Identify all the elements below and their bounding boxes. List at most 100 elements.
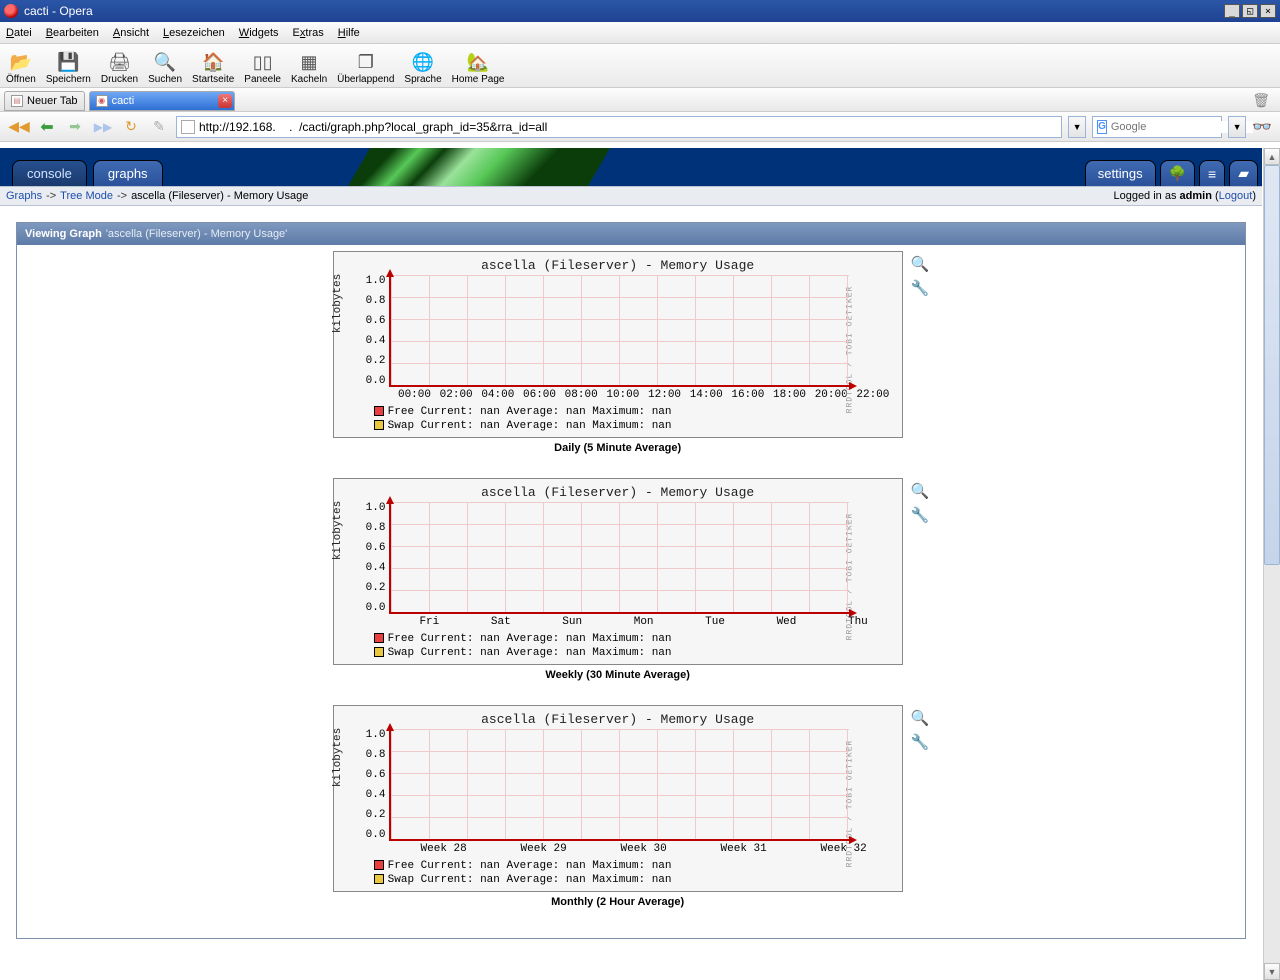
menu-widgets[interactable]: Widgets — [239, 27, 279, 39]
tab-settings[interactable]: settings — [1085, 160, 1156, 186]
menu-bearbeiten[interactable]: Bearbeiten — [46, 27, 99, 39]
login-status: Logged in as admin (Logout) — [1113, 190, 1256, 202]
restore-button[interactable]: ◱ — [1242, 4, 1258, 18]
toolbar-öffnen[interactable]: 📂Öffnen — [6, 50, 36, 87]
zoom-icon[interactable]: 🔍 — [911, 482, 930, 500]
legend-swatch — [374, 406, 384, 416]
scroll-thumb[interactable] — [1264, 165, 1280, 565]
wand-button[interactable]: ✎ — [148, 116, 170, 138]
breadcrumb: Graphs -> Tree Mode -> ascella (Fileserv… — [0, 186, 1262, 206]
tab-preview-icon[interactable]: ▰ — [1229, 160, 1258, 186]
trash-icon[interactable]: 🗑 — [1252, 92, 1270, 109]
legend-swatch — [374, 860, 384, 870]
tile-icon: ❐ — [354, 50, 378, 74]
plot-area — [389, 275, 849, 387]
logout-link[interactable]: Logout — [1219, 190, 1253, 202]
legend-swatch — [374, 633, 384, 643]
graph-title: ascella (Fileserver) - Memory Usage — [342, 256, 894, 275]
graph-tools: 🔍🔧 — [911, 255, 930, 297]
back-button[interactable]: ⬅ — [36, 116, 58, 138]
logo-stripe — [348, 148, 610, 186]
graph-title: ascella (Fileserver) - Memory Usage — [342, 483, 894, 502]
menu-datei[interactable]: Datei — [6, 27, 32, 39]
wrench-icon[interactable]: 🔧 — [911, 506, 930, 524]
toolbar-startseite[interactable]: 🏠Startseite — [192, 50, 234, 87]
tab-label: Neuer Tab — [27, 95, 78, 107]
toolbar: 📂Öffnen 💾Speichern 🖨Drucken 🔍Suchen 🏠Startse… — [0, 44, 1280, 88]
legend: Free Current: nan Average: nan Maximum: … — [374, 405, 894, 433]
wrench-icon[interactable]: 🔧 — [911, 733, 930, 751]
window-titlebar: cacti - Opera _ ◱ × — [0, 0, 1280, 22]
legend-swatch — [374, 420, 384, 430]
toolbar-überlappend[interactable]: ❐Überlappend — [337, 50, 394, 87]
minimize-button[interactable]: _ — [1224, 4, 1240, 18]
addressbar: ◀◀ ⬅ ➡ ▶▶ ↻ ✎ ▼ G ▼ 👓 — [0, 112, 1280, 142]
toolbar-drucken[interactable]: 🖨Drucken — [101, 50, 138, 87]
toolbar-home-page[interactable]: 🏡Home Page — [452, 50, 505, 87]
home-icon: 🏠 — [201, 50, 225, 74]
url-input[interactable] — [199, 120, 1057, 134]
legend: Free Current: nan Average: nan Maximum: … — [374, 859, 894, 887]
printer-icon: 🖨 — [108, 50, 132, 74]
tab-graphs[interactable]: graphs — [93, 160, 163, 186]
vertical-scrollbar[interactable]: ▲ ▼ — [1263, 148, 1280, 980]
graph-card: RRDTOOL / TOBI OETIKERascella (Fileserve… — [333, 251, 903, 438]
page-viewport: console graphs settings 🌳 ≡ ▰ Graphs -> … — [0, 148, 1262, 980]
tab-console[interactable]: console — [12, 160, 87, 186]
forward-button[interactable]: ➡ — [64, 116, 86, 138]
mag-icon: 🔍 — [153, 50, 177, 74]
menu-ansicht[interactable]: Ansicht — [113, 27, 149, 39]
home-icon: 🏡 — [466, 50, 490, 74]
y-ticks: 1.00.80.60.40.20.0 — [366, 729, 386, 841]
graph-caption: Daily (5 Minute Average) — [554, 442, 681, 454]
fast-forward-button[interactable]: ▶▶ — [92, 116, 114, 138]
rewind-button[interactable]: ◀◀ — [8, 116, 30, 138]
plot-area — [389, 729, 849, 841]
breadcrumb-graphs[interactable]: Graphs — [6, 190, 42, 202]
tab-tree-icon[interactable]: 🌳 — [1160, 160, 1195, 186]
browser-tabbar: ▤ Neuer Tab ◉ cacti × 🗑 — [0, 88, 1280, 112]
floppy-icon: 💾 — [56, 50, 80, 74]
search-dropdown[interactable]: ▼ — [1228, 116, 1246, 138]
close-icon[interactable]: × — [218, 94, 232, 108]
zoom-icon[interactable]: 🔍 — [911, 255, 930, 273]
toolbar-suchen[interactable]: 🔍Suchen — [148, 50, 182, 87]
panel-header: Viewing Graph 'ascella (Fileserver) - Me… — [17, 223, 1245, 245]
menu-lesezeichen[interactable]: Lesezeichen — [163, 27, 225, 39]
tab-list-icon[interactable]: ≡ — [1199, 160, 1225, 186]
graph-card: RRDTOOL / TOBI OETIKERascella (Fileserve… — [333, 705, 903, 892]
y-ticks: 1.00.80.60.40.20.0 — [366, 502, 386, 614]
toolbar-speichern[interactable]: 💾Speichern — [46, 50, 91, 87]
zoom-icon[interactable]: 🔍 — [911, 709, 930, 727]
toolbar-paneele[interactable]: ▯▯Paneele — [244, 50, 281, 87]
toolbar-kacheln[interactable]: ▦Kacheln — [291, 50, 327, 87]
close-button[interactable]: × — [1260, 4, 1276, 18]
binoculars-icon[interactable]: 👓 — [1252, 117, 1272, 137]
graph-title: ascella (Fileserver) - Memory Usage — [342, 710, 894, 729]
graph-tools: 🔍🔧 — [911, 709, 930, 751]
menu-hilfe[interactable]: Hilfe — [338, 27, 360, 39]
graph-block-2: RRDTOOL / TOBI OETIKERascella (Fileserve… — [23, 705, 1239, 908]
graph-tools: 🔍🔧 — [911, 482, 930, 524]
tab-cacti[interactable]: ◉ cacti × — [89, 91, 236, 111]
url-field[interactable] — [176, 116, 1062, 138]
search-field[interactable]: G — [1092, 116, 1222, 138]
page-icon — [181, 120, 195, 134]
scroll-up-button[interactable]: ▲ — [1264, 148, 1280, 165]
globe-icon: 🌐 — [411, 50, 435, 74]
graph-block-1: RRDTOOL / TOBI OETIKERascella (Fileserve… — [23, 478, 1239, 681]
scroll-down-button[interactable]: ▼ — [1264, 963, 1280, 980]
wrench-icon[interactable]: 🔧 — [911, 279, 930, 297]
x-ticks: Week 28Week 29Week 30Week 31Week 32 — [394, 843, 894, 855]
menu-extras[interactable]: Extras — [293, 27, 324, 39]
menubar: Datei Bearbeiten Ansicht Lesezeichen Wid… — [0, 22, 1280, 44]
y-axis-label: kilobytes — [332, 273, 344, 332]
folder-icon: 📂 — [9, 50, 33, 74]
tile-icon: ▦ — [297, 50, 321, 74]
y-ticks: 1.00.80.60.40.20.0 — [366, 275, 386, 387]
breadcrumb-tree-mode[interactable]: Tree Mode — [60, 190, 113, 202]
url-dropdown[interactable]: ▼ — [1068, 116, 1086, 138]
tab-new[interactable]: ▤ Neuer Tab — [4, 91, 85, 111]
toolbar-sprache[interactable]: 🌐Sprache — [404, 50, 441, 87]
reload-button[interactable]: ↻ — [120, 116, 142, 138]
